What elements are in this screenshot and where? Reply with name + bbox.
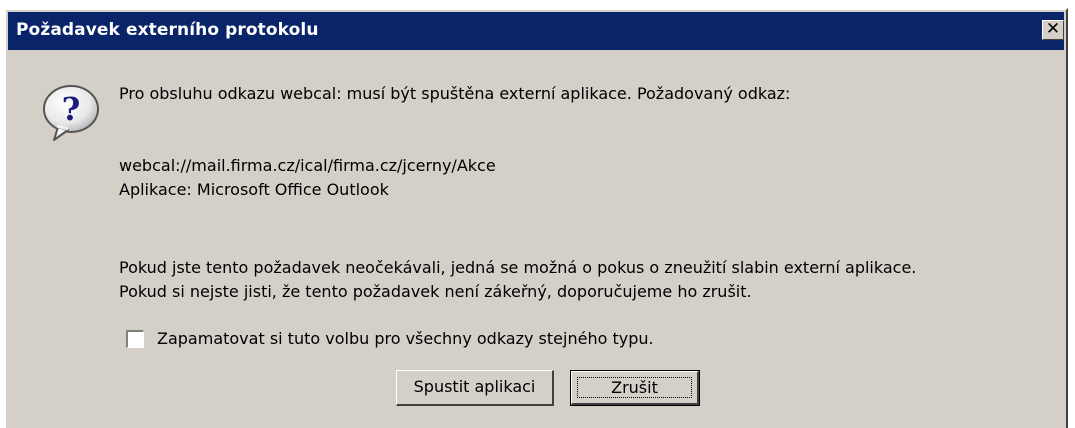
question-bubble-icon: ? (40, 82, 102, 144)
dialog-message: Pro obsluhu odkazu webcal: musí být spuš… (119, 84, 791, 103)
warning-line-1: Pokud jste tento požadavek neočekávali, … (119, 258, 917, 277)
remember-choice-checkbox[interactable] (126, 330, 144, 348)
remember-choice-label[interactable]: Zapamatovat si tuto volbu pro všechny od… (157, 329, 654, 348)
cancel-button[interactable]: Zrušit (570, 370, 700, 406)
warning-line-2: Pokud si nejste jisti, že tento požadave… (119, 282, 752, 301)
protocol-link: webcal://mail.firma.cz/ical/firma.cz/jce… (119, 156, 496, 175)
external-protocol-dialog: Požadavek externího protokolu ✕ ? Pro ob… (4, 8, 1068, 428)
dialog-title: Požadavek externího protokolu (16, 20, 319, 40)
run-application-button[interactable]: Spustit aplikaci (396, 370, 554, 406)
svg-text:?: ? (62, 90, 81, 128)
close-button[interactable]: ✕ (1042, 20, 1064, 40)
close-icon: ✕ (1045, 19, 1061, 39)
title-bar[interactable]: Požadavek externího protokolu ✕ (8, 12, 1064, 50)
application-name: Aplikace: Microsoft Office Outlook (119, 180, 389, 199)
cancel-button-label: Zrušit (577, 377, 692, 398)
